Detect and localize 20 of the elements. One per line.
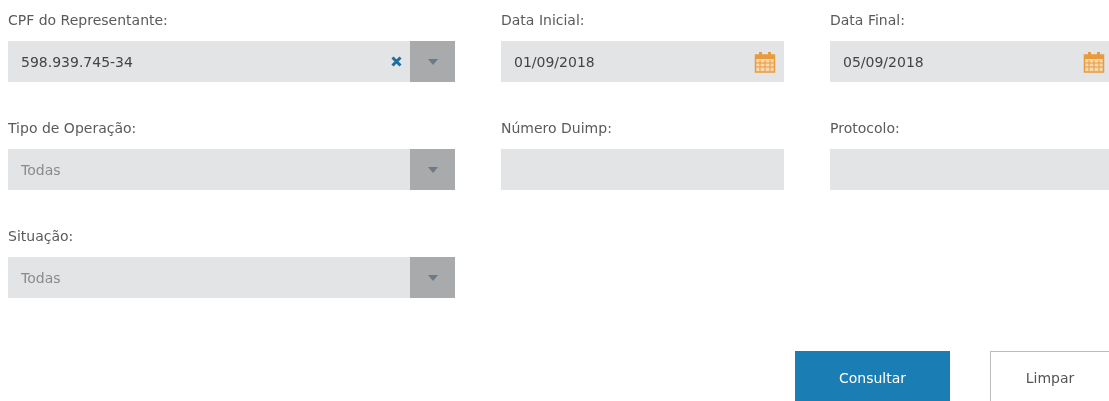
field-label: Situação: (8, 227, 75, 246)
calendar-icon[interactable] (1083, 50, 1105, 73)
field-label: Data Inicial: (501, 11, 586, 30)
dropdown-button[interactable] (410, 41, 455, 82)
field-label: Data Final: (830, 11, 906, 30)
caret-icon (427, 58, 438, 65)
search-button[interactable]: Consultar (795, 351, 950, 401)
dropdown-button[interactable] (410, 257, 455, 298)
caret-icon (427, 274, 438, 281)
clear-button[interactable] (391, 56, 402, 67)
calendar-icon[interactable] (754, 50, 776, 73)
caret-icon (427, 166, 438, 173)
clear-form-button[interactable]: Limpar (990, 351, 1109, 401)
input-field[interactable] (830, 149, 1109, 190)
field-label: CPF do Representante: (8, 11, 169, 30)
input-field[interactable] (501, 149, 784, 190)
dropdown-button[interactable] (410, 149, 455, 190)
field-label: Tipo de Operação: (8, 119, 138, 138)
field-label: Protocolo: (830, 119, 901, 138)
field-label: Número Duimp: (501, 119, 613, 138)
